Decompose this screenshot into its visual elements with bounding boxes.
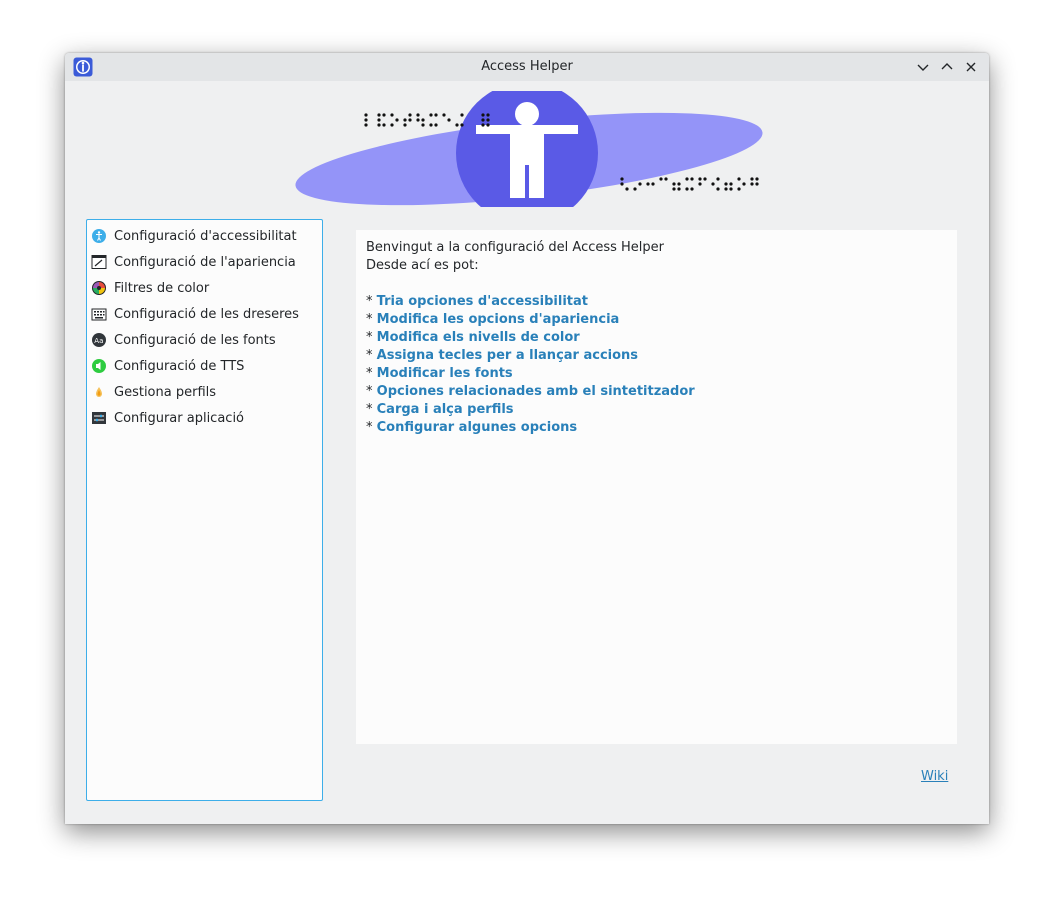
link-synthesizer-options[interactable]: Opciones relacionades amb el sintetitzad… — [377, 384, 695, 399]
link-accessibility-options[interactable]: Tria opciones d'accessibilitat — [377, 294, 588, 309]
sidebar-item-label: Gestiona perfils — [114, 384, 217, 400]
tts-icon — [92, 359, 106, 373]
maximize-icon[interactable] — [938, 58, 956, 76]
link-row: * Assigna tecles per a llançar accions — [366, 348, 639, 363]
sidebar-item-label: Filtres de color — [114, 280, 210, 296]
link-assign-shortcuts[interactable]: Assigna tecles per a llançar accions — [377, 348, 638, 363]
accessibility-icon — [92, 229, 106, 243]
sidebar-item-tts[interactable]: Configuració de TTS — [87, 353, 322, 379]
welcome-text: Benvingut a la configuració del Access H… — [366, 240, 665, 255]
app-settings-icon — [92, 412, 106, 424]
link-row: * Modifica els nivells de color — [366, 330, 580, 345]
sidebar-item-appearance[interactable]: Configuració de l'apariencia — [87, 249, 322, 275]
sidebar-item-label: Configuració de TTS — [114, 358, 245, 374]
link-row: * Opciones relacionades amb el sintetitz… — [366, 384, 695, 399]
link-row: * Tria opciones d'accessibilitat — [366, 294, 589, 309]
sidebar-item-fonts[interactable]: Aa Configuració de les fonts — [87, 327, 322, 353]
minimize-icon[interactable] — [914, 58, 932, 76]
link-configure-options[interactable]: Configurar algunes opcions — [377, 420, 578, 435]
link-profiles[interactable]: Carga i alça perfils — [377, 402, 514, 417]
appearance-icon — [91, 255, 107, 269]
link-row: * Configurar algunes opcions — [366, 420, 578, 435]
fonts-icon: Aa — [92, 333, 106, 347]
link-appearance-options[interactable]: Modifica les opcions d'apariencia — [377, 312, 620, 327]
link-row: * Modifica les opcions d'apariencia — [366, 312, 620, 327]
sidebar-item-label: Configurar aplicació — [114, 410, 245, 426]
sidebar-item-label: Configuració de l'apariencia — [114, 254, 296, 270]
sidebar-item-label: Configuració de les dreseres — [114, 306, 299, 322]
link-modify-fonts[interactable]: Modificar les fonts — [377, 366, 513, 381]
sidebar-item-label: Configuració de les fonts — [114, 332, 276, 348]
link-row: * Carga i alça perfils — [366, 402, 514, 417]
sidebar-item-color-filters[interactable]: Filtres de color — [87, 275, 322, 301]
accessibility-banner-logo — [295, 91, 763, 207]
sidebar-item-shortcuts[interactable]: Configuració de les dreseres — [87, 301, 322, 327]
keyboard-shortcuts-icon — [91, 308, 107, 321]
main-window: Access Helper Configuració d'accessibili… — [65, 53, 989, 824]
close-icon[interactable] — [962, 58, 980, 76]
svg-text:Aa: Aa — [94, 337, 103, 345]
sidebar-item-profiles[interactable]: Gestiona perfils — [87, 379, 322, 405]
sidebar-item-app-settings[interactable]: Configurar aplicació — [87, 405, 322, 431]
profiles-icon — [96, 387, 102, 397]
app-accessibility-icon — [73, 57, 93, 77]
welcome-subtext: Desde ací es pot: — [366, 258, 479, 273]
welcome-panel: Benvingut a la configuració del Access H… — [356, 230, 957, 744]
wiki-link[interactable]: Wiki — [921, 769, 948, 784]
sidebar-item-accessibility[interactable]: Configuració d'accessibilitat — [87, 223, 322, 249]
sidebar-item-label: Configuració d'accessibilitat — [114, 228, 297, 244]
link-row: * Modificar les fonts — [366, 366, 513, 381]
color-filter-icon — [92, 281, 106, 295]
titlebar[interactable]: Access Helper — [65, 53, 989, 81]
sidebar-list[interactable]: Configuració d'accessibilitat Configurac… — [86, 219, 323, 801]
window-title: Access Helper — [481, 59, 573, 74]
link-color-levels[interactable]: Modifica els nivells de color — [377, 330, 580, 345]
